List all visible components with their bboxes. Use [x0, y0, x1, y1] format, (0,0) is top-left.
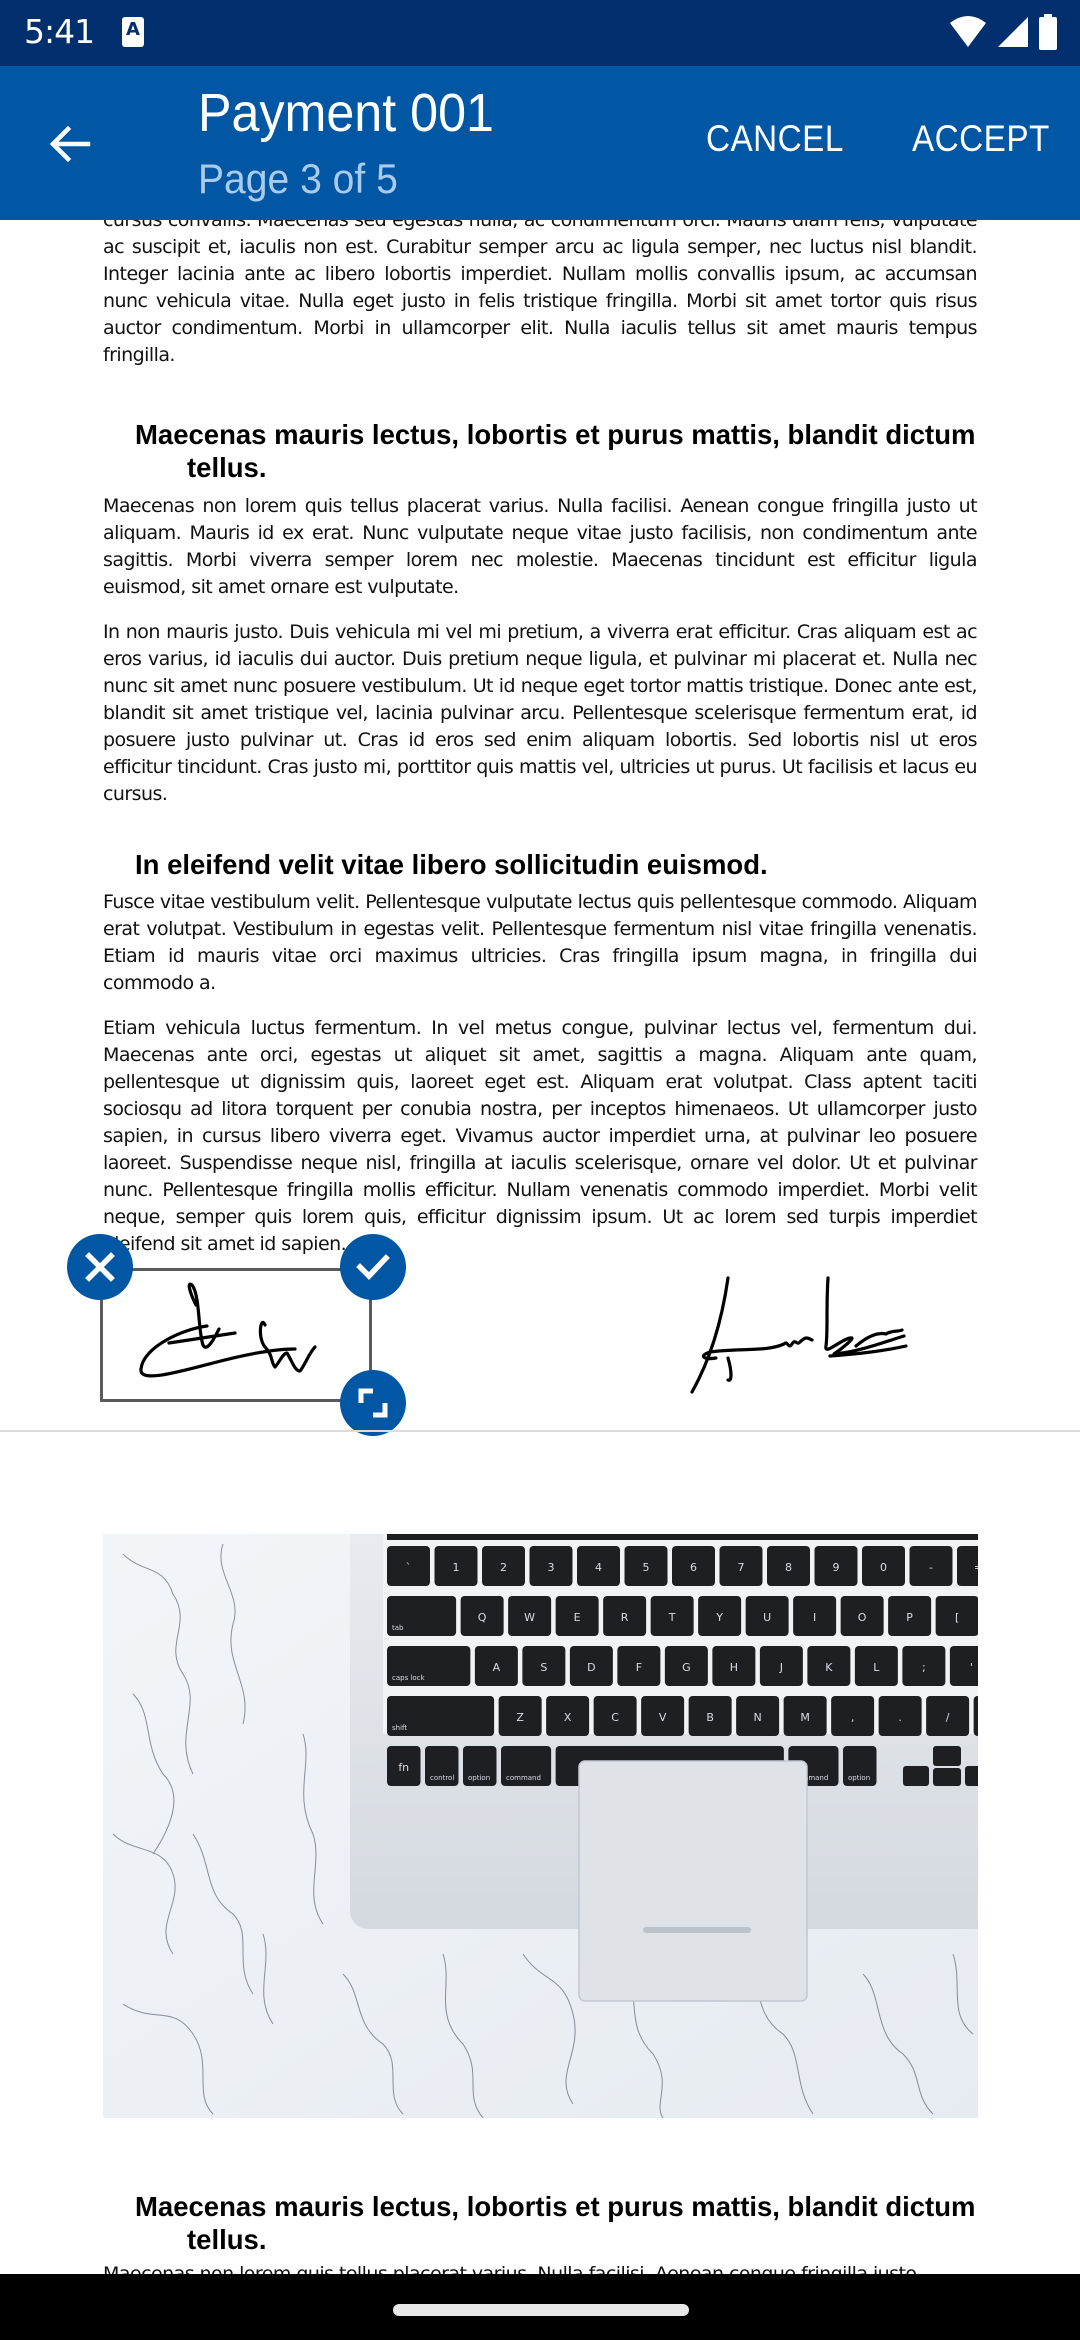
keyboard-key-label: T [668, 1611, 676, 1624]
keyboard-key-label: ' [970, 1661, 973, 1674]
keyboard-key-label: G [682, 1661, 691, 1674]
check-icon [356, 1254, 390, 1280]
keyboard-key-label: 2 [500, 1561, 507, 1574]
keyboard-key-label: A [493, 1661, 501, 1674]
paragraph: Maecenas non lorem quis tellus placerat … [103, 495, 978, 598]
document-viewer[interactable]: cursus convallis. Maecenas sed egestas n… [0, 220, 1080, 2274]
wifi-icon [950, 16, 986, 47]
keyboard-key-label: option [468, 1774, 490, 1782]
home-gesture-handle[interactable] [393, 2304, 689, 2316]
paragraph: Maecenas non lorem quis tellus placerat … [103, 2263, 917, 2274]
section-heading: Maecenas mauris lectus, lobortis et puru… [135, 2191, 976, 2255]
resize-icon [358, 1388, 388, 1418]
keyboard-key-label: - [929, 1561, 933, 1574]
keyboard-key-label: R [621, 1611, 629, 1624]
battery-icon [1039, 14, 1057, 50]
keyboard-key-label: 6 [690, 1561, 697, 1574]
keyboard-key-label: L [873, 1661, 880, 1674]
keyboard-key-label: P [906, 1611, 913, 1624]
keyboard-key-label: M [800, 1711, 810, 1724]
laptop-photo: `1234567890-=deletetabQWERTYUIOP[]\caps … [103, 1534, 978, 2118]
document-title: Payment 001 [198, 83, 494, 143]
keyboard-key-label: S [540, 1661, 547, 1674]
keyboard-key-label: 1 [453, 1561, 460, 1574]
resize-signature-handle[interactable] [340, 1370, 406, 1436]
accept-button[interactable]: ACCEPT [912, 118, 1050, 160]
cellular-signal-icon [998, 17, 1028, 47]
keyboard-key [949, 1646, 978, 1686]
keyboard-key-label: command [506, 1774, 541, 1782]
arrow-key [965, 1766, 978, 1786]
paragraph: In non mauris justo. Duis vehicula mi ve… [103, 621, 978, 805]
app-toolbar: Payment 001 Page 3 of 5 CANCEL ACCEPT [0, 66, 1080, 220]
keyboard-key-label: F [636, 1661, 642, 1674]
keyboard-key-label: V [659, 1711, 667, 1724]
keyboard-key-label: K [825, 1661, 833, 1674]
existing-signature [690, 1276, 908, 1394]
arrow-key [903, 1766, 929, 1786]
keyboard-key-label: 8 [785, 1561, 792, 1574]
keyboard-key-label: Z [516, 1711, 524, 1724]
keyboard-key-label: W [524, 1611, 535, 1624]
keyboard-key-label: B [706, 1711, 714, 1724]
keyboard-key-label: J [779, 1661, 783, 1674]
close-icon [85, 1252, 115, 1282]
signature-placement-box[interactable] [100, 1268, 372, 1402]
cancel-button[interactable]: CANCEL [706, 118, 844, 160]
keyboard-key-label: Y [715, 1611, 723, 1624]
pending-signature [139, 1282, 317, 1378]
keyboard-key-label: ` [406, 1561, 412, 1574]
paragraph: Etiam vehicula luctus fermentum. In vel … [103, 1017, 978, 1255]
keyboard-key-label: ; [922, 1661, 926, 1674]
keyboard-key-label: [ [955, 1611, 959, 1624]
keyboard-key-label: , [851, 1711, 855, 1724]
keyboard-key-label: / [946, 1711, 950, 1724]
page-indicator: Page 3 of 5 [198, 155, 398, 202]
keyboard-key-label: option [848, 1774, 870, 1782]
status-icons [948, 14, 1058, 50]
page-divider [0, 1430, 1080, 1432]
keyboard-key-label: D [587, 1661, 595, 1674]
keyboard-key-label: 7 [738, 1561, 745, 1574]
arrow-key [933, 1768, 961, 1786]
keyboard-key-label: fn [398, 1761, 409, 1774]
keyboard-key-label: C [611, 1711, 619, 1724]
keyboard-key-label: 4 [595, 1561, 602, 1574]
back-button[interactable] [40, 114, 100, 174]
keyboard-key-label: . [898, 1711, 902, 1724]
delete-signature-button[interactable] [67, 1234, 133, 1300]
section-heading: Maecenas mauris lectus, lobortis et puru… [135, 419, 976, 483]
keyboard-key-label: X [564, 1711, 572, 1724]
keyboard-key-label: 5 [643, 1561, 650, 1574]
arrow-key [933, 1746, 961, 1766]
keyboard-key-label: H [730, 1661, 738, 1674]
keyboard-key-label: 9 [833, 1561, 840, 1574]
keyboard-key-label: U [763, 1611, 771, 1624]
status-time: 5:41 [24, 12, 95, 51]
keyboard-key-label: E [574, 1611, 581, 1624]
keyboard-key-label: N [754, 1711, 762, 1724]
keyboard-key-label: = [974, 1561, 978, 1574]
keyboard-key-label: 3 [548, 1561, 555, 1574]
keyboard-key-label: control [430, 1774, 454, 1782]
section-heading: In eleifend velit vitae libero sollicitu… [135, 849, 768, 880]
laptop-keyboard-image: `1234567890-=deletetabQWERTYUIOP[]\caps … [103, 1534, 978, 2118]
keyboard-key-label: shift [392, 1724, 407, 1732]
keyboard-key [973, 1696, 978, 1736]
keyboard-key-label: O [858, 1611, 867, 1624]
keyboard-key-label: I [813, 1611, 816, 1624]
status-bar: 5:41 A [0, 0, 1080, 66]
paragraph: Fusce vitae vestibulum velit. Pellentesq… [103, 891, 978, 994]
keyboard-key-label: 0 [880, 1561, 887, 1574]
keyboard-key-label: Q [478, 1611, 487, 1624]
accessibility-a-icon: A [122, 17, 144, 47]
function-key-row [387, 1534, 978, 1540]
paragraph: cursus convallis. Maecenas sed egestas n… [103, 220, 978, 366]
keyboard-key-label: tab [392, 1624, 404, 1632]
arrow-left-icon [49, 125, 91, 163]
confirm-signature-button[interactable] [340, 1234, 406, 1300]
keyboard-key-label: caps lock [392, 1674, 426, 1682]
